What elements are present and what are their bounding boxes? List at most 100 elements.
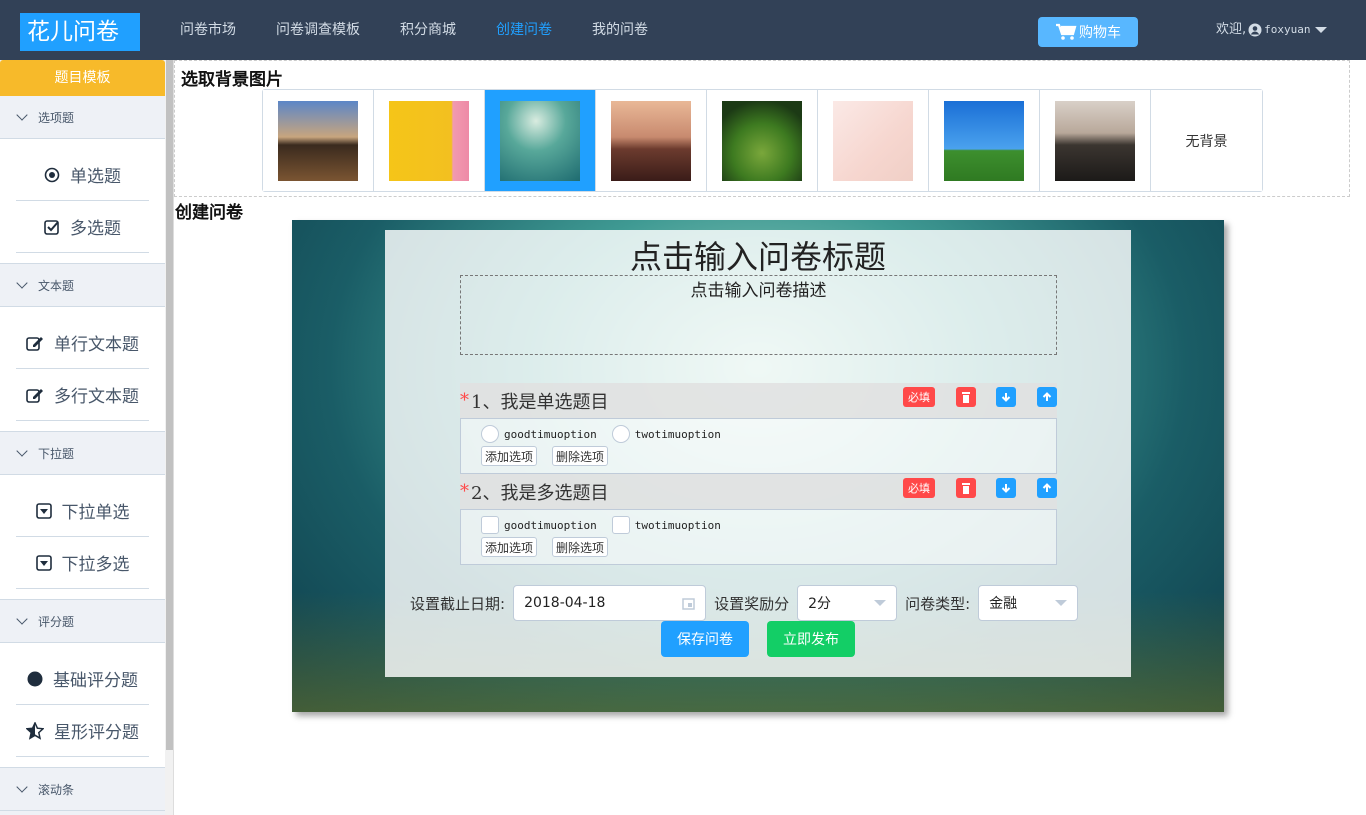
deadline-date-picker[interactable]: 2018-04-18 [513, 585, 707, 621]
option-label: goodtimuoption [504, 518, 597, 532]
tool-dropdown-single[interactable]: 下拉单选 [16, 485, 149, 537]
chevron-down-icon [16, 781, 28, 793]
question-actions: 必填 [903, 478, 1057, 498]
tool-label: 基础评分题 [53, 671, 138, 691]
option-label: twotimuoption [634, 427, 721, 441]
tool-single-line-text[interactable]: 单行文本题 [16, 317, 149, 369]
move-down-button[interactable] [996, 387, 1016, 407]
group-header-choice[interactable]: 选项题 [0, 96, 165, 139]
survey-type-label: 问卷类型: [905, 594, 971, 613]
survey-description-input[interactable]: 点击输入问卷描述 [460, 275, 1057, 355]
cart-label: 购物车 [1079, 25, 1121, 41]
reward-label: 设置奖励分 [714, 594, 790, 613]
bg-section-heading: 选取背景图片 [181, 70, 283, 90]
move-up-button[interactable] [1037, 387, 1057, 407]
bg-option-bliss[interactable] [929, 90, 1040, 191]
tool-basic-rating[interactable]: 基础评分题 [16, 653, 149, 705]
tool-label: 多行文本题 [54, 387, 139, 407]
survey-paper: 点击输入问卷标题 点击输入问卷描述 * 1、我是单选题目 必填 goodtimu… [385, 230, 1131, 677]
template-button[interactable]: 题目模板 [0, 60, 165, 96]
sidebar-scrollbar[interactable] [165, 60, 174, 815]
option-buttons: 添加选项 删除选项 [481, 446, 1036, 466]
checkbox[interactable] [481, 516, 499, 534]
option-buttons: 添加选项 删除选项 [481, 537, 1036, 557]
nav-market[interactable]: 问卷市场 [180, 0, 236, 60]
caret-down-icon [1314, 27, 1327, 33]
nav-templates[interactable]: 问卷调查模板 [276, 0, 360, 60]
option-1[interactable]: goodtimuoption [481, 516, 597, 534]
tool-label: 星形评分题 [54, 723, 139, 743]
scrollbar-thumb[interactable] [166, 60, 173, 750]
required-asterisk: * [460, 481, 469, 502]
sidebar: 题目模板 选项题 单选题 多选题 文本题 单行文本题 多行文本题 下拉题 下拉单… [0, 60, 165, 815]
survey-settings: 设置截止日期: 2018-04-18 设置奖励分 2分 问卷类型: 金融 [410, 585, 1086, 621]
bg-option-ocean-selected[interactable] [485, 90, 596, 191]
group-header-dropdown[interactable]: 下拉题 [0, 432, 165, 475]
bg-option-blossom[interactable] [818, 90, 929, 191]
move-up-button[interactable] [1037, 478, 1057, 498]
publish-survey-button[interactable]: 立即发布 [767, 621, 855, 657]
delete-question-button[interactable] [956, 478, 976, 498]
bg-option-yellow[interactable] [374, 90, 485, 191]
group-header-rating[interactable]: 评分题 [0, 600, 165, 643]
survey-actions: 保存问卷 立即发布 [661, 621, 873, 657]
question-header: * 1、我是单选题目 必填 [460, 383, 1057, 418]
main-nav: 问卷市场 问卷调查模板 积分商城 创建问卷 我的问卷 [180, 0, 688, 60]
required-asterisk: * [460, 390, 469, 411]
survey-title-input[interactable]: 点击输入问卷标题 [385, 232, 1131, 278]
bg-option-pier[interactable] [263, 90, 374, 191]
group-body-choice: 单选题 多选题 [0, 139, 165, 264]
calendar-icon [682, 597, 695, 610]
user-menu[interactable]: 欢迎, foxyuan [1216, 0, 1327, 60]
tool-multi-choice[interactable]: 多选题 [16, 201, 149, 253]
delete-option-button[interactable]: 删除选项 [552, 537, 609, 557]
reward-select[interactable]: 2分 [797, 585, 898, 621]
tool-label: 下拉多选 [61, 555, 130, 575]
question-options-box: goodtimuoption twotimuoption 添加选项 删除选项 [460, 418, 1057, 474]
save-survey-button[interactable]: 保存问卷 [661, 621, 749, 657]
tool-single-choice[interactable]: 单选题 [16, 149, 149, 201]
add-option-button[interactable]: 添加选项 [481, 537, 538, 557]
required-button[interactable]: 必填 [903, 387, 935, 407]
radio-button[interactable] [611, 425, 630, 443]
group-header-text[interactable]: 文本题 [0, 264, 165, 307]
brand-logo[interactable]: 花儿问卷 [20, 13, 140, 51]
nav-create-survey[interactable]: 创建问卷 [496, 0, 552, 60]
cart-button[interactable]: 购物车 [1038, 17, 1138, 47]
tool-label: 单选题 [70, 167, 121, 187]
survey-type-select[interactable]: 金融 [978, 585, 1079, 621]
option-2[interactable]: twotimuoption [611, 516, 721, 534]
bg-option-lake[interactable] [1040, 90, 1151, 191]
create-section-heading: 创建问卷 [175, 203, 243, 223]
username: foxyuan [1264, 23, 1311, 36]
option-1[interactable]: goodtimuoption [481, 425, 597, 443]
checkbox[interactable] [611, 516, 630, 534]
radio-button[interactable] [481, 425, 499, 443]
chevron-down-icon [16, 613, 28, 625]
bg-option-mountain-sunset[interactable] [596, 90, 707, 191]
question-text[interactable]: 2、我是多选题目 [471, 479, 608, 505]
option-2[interactable]: twotimuoption [611, 425, 721, 443]
reward-value: 2分 [808, 596, 831, 612]
question-text[interactable]: 1、我是单选题目 [471, 388, 608, 414]
user-icon [1248, 23, 1262, 37]
add-option-button[interactable]: 添加选项 [481, 446, 538, 466]
bg-option-green-valley[interactable] [707, 90, 818, 191]
question-actions: 必填 [903, 387, 1057, 407]
move-down-button[interactable] [996, 478, 1016, 498]
pier-image [278, 100, 358, 181]
bg-option-none[interactable]: 无背景 [1151, 90, 1262, 191]
tool-star-rating[interactable]: 星形评分题 [16, 705, 149, 757]
nav-points-mall[interactable]: 积分商城 [400, 0, 456, 60]
required-button[interactable]: 必填 [903, 478, 935, 498]
tool-dropdown-multi[interactable]: 下拉多选 [16, 537, 149, 589]
delete-question-button[interactable] [956, 387, 976, 407]
nav-my-surveys[interactable]: 我的问卷 [592, 0, 648, 60]
group-body-rating: 基础评分题 星形评分题 [0, 643, 165, 768]
delete-option-button[interactable]: 删除选项 [552, 446, 609, 466]
options-row: goodtimuoption twotimuoption [481, 516, 1036, 534]
tool-multi-line-text[interactable]: 多行文本题 [16, 369, 149, 421]
group-header-slider[interactable]: 滚动条 [0, 768, 165, 811]
edit-icon [26, 387, 44, 403]
welcome-text: 欢迎, [1216, 22, 1247, 37]
